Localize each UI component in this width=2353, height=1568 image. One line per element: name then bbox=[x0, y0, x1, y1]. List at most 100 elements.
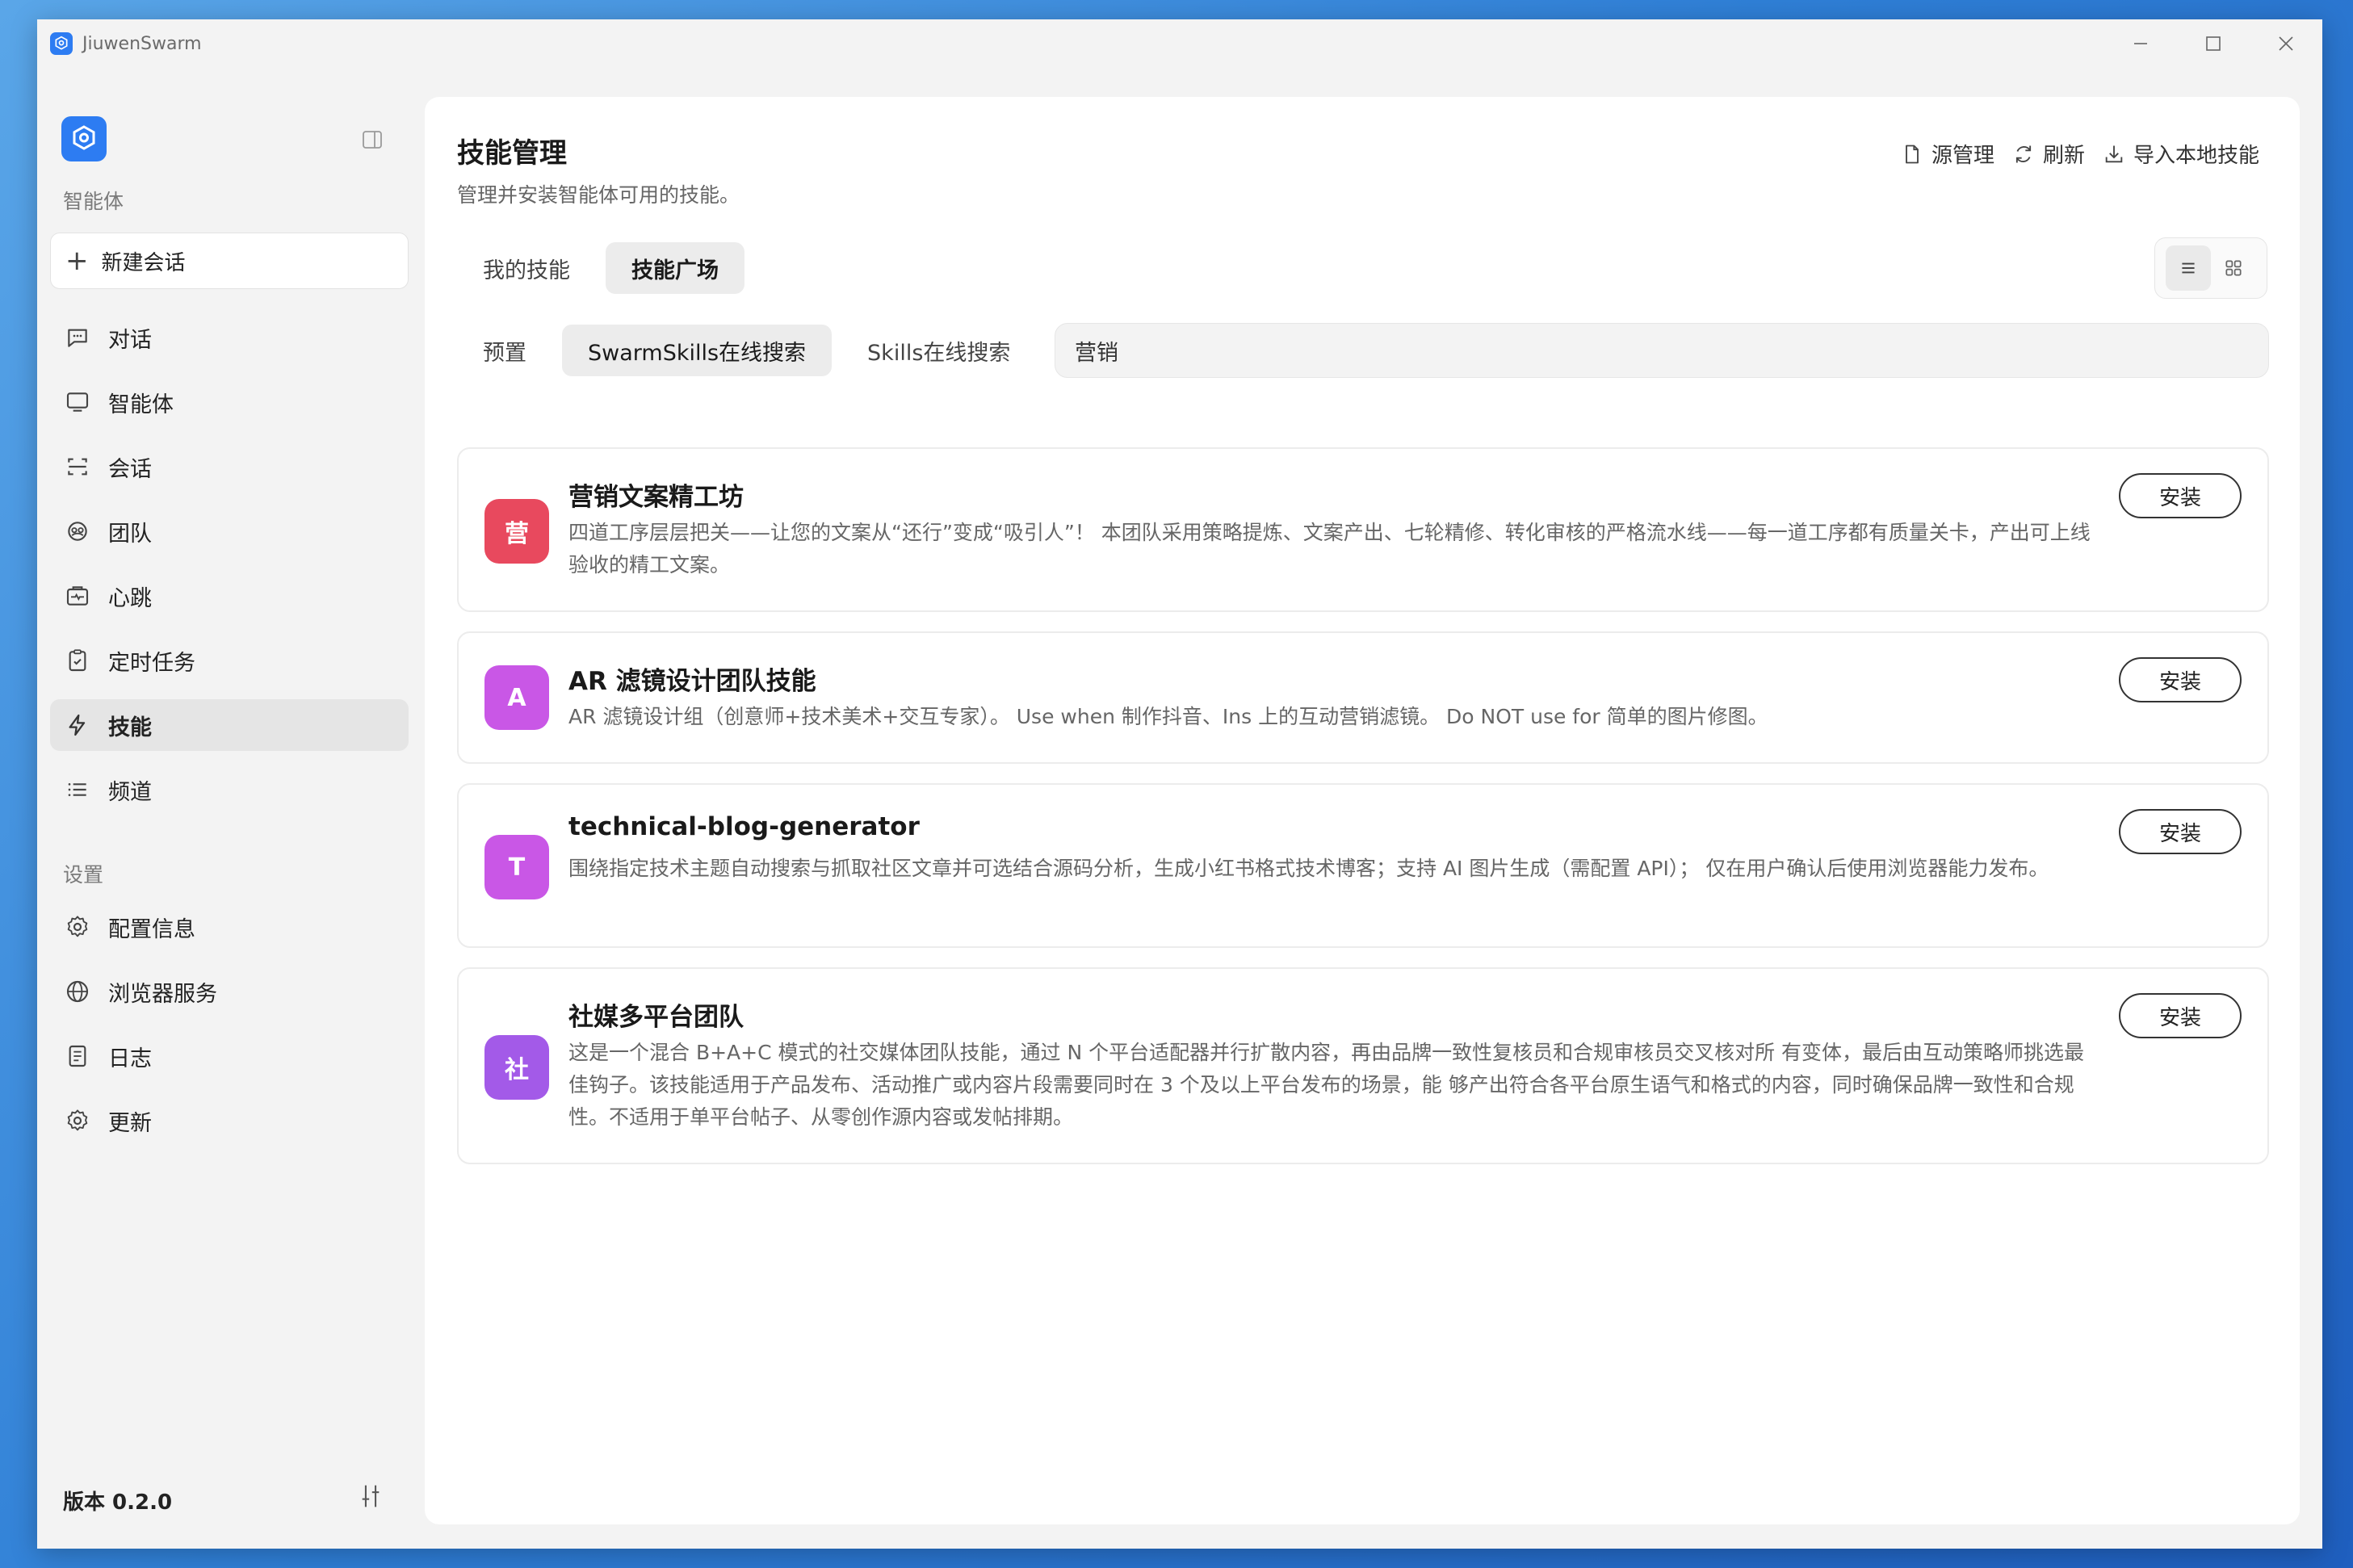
gear-icon bbox=[63, 912, 92, 941]
section-label-agent: 智能体 bbox=[63, 190, 124, 213]
sidebar-item-label: 团队 bbox=[108, 521, 152, 547]
app-window: JiuwenSwarm 智能体 + 新建会话 对话 智能体 会话 团队 心跳 定… bbox=[37, 19, 2322, 1549]
sidebar-item-label: 对话 bbox=[108, 327, 152, 353]
brand-logo-icon bbox=[73, 125, 95, 150]
tab-my-skills[interactable]: 我的技能 bbox=[457, 242, 596, 294]
download-icon bbox=[2105, 145, 2123, 162]
monitor-icon bbox=[63, 388, 92, 417]
skill-avatar: 营 bbox=[484, 499, 549, 564]
globe-icon bbox=[63, 977, 92, 1006]
maximize-button[interactable] bbox=[2177, 19, 2250, 68]
tab-skill-market[interactable]: 技能广场 bbox=[606, 242, 744, 294]
version-label: 版本 0.2.0 bbox=[63, 1490, 173, 1515]
heartbeat-icon bbox=[63, 581, 92, 610]
chat-bubble-icon bbox=[63, 323, 92, 352]
app-logo-icon bbox=[50, 32, 73, 55]
close-icon bbox=[2279, 36, 2293, 51]
clipboard-icon bbox=[63, 646, 92, 675]
skill-description: AR 滤镜设计组（创意师+技术美术+交互专家）。 Use when 制作抖音、I… bbox=[568, 705, 1768, 728]
skill-name: 社媒多平台团队 bbox=[568, 1003, 744, 1032]
sidebar-item-browser-service[interactable]: 浏览器服务 bbox=[50, 966, 409, 1017]
refresh-button[interactable]: 刷新 bbox=[2012, 139, 2085, 169]
sidebar-item-label: 会话 bbox=[108, 456, 152, 482]
sidebar-item-logs[interactable]: 日志 bbox=[50, 1030, 409, 1082]
grid-view-button[interactable] bbox=[2211, 245, 2256, 291]
minimize-button[interactable] bbox=[2104, 19, 2177, 68]
gear-icon bbox=[63, 1106, 92, 1135]
tune-icon[interactable] bbox=[359, 1482, 383, 1510]
refresh-label: 刷新 bbox=[2042, 144, 2085, 168]
sidebar: 智能体 + 新建会话 对话 智能体 会话 团队 心跳 定时任务 技能 频道 设置… bbox=[37, 68, 425, 1549]
file-icon bbox=[1906, 145, 1919, 163]
sidebar-item-chat[interactable]: 对话 bbox=[50, 312, 409, 363]
sidebar-item-agent[interactable]: 智能体 bbox=[50, 376, 409, 428]
sidebar-item-label: 心跳 bbox=[108, 585, 152, 611]
sidebar-item-update[interactable]: 更新 bbox=[50, 1095, 409, 1147]
skill-description: 四道工序层层把关——让您的文案从“还行”变成“吸引人”！ 本团队采用策略提炼、文… bbox=[568, 521, 2091, 576]
source-manage-label: 源管理 bbox=[1931, 144, 1994, 168]
skill-avatar: T bbox=[484, 835, 549, 899]
sidebar-item-label: 更新 bbox=[108, 1110, 152, 1136]
skill-name: 营销文案精工坊 bbox=[568, 483, 744, 512]
skill-card: A AR 滤镜设计团队技能 AR 滤镜设计组（创意师+技术美术+交互专家）。 U… bbox=[457, 631, 2269, 764]
install-button[interactable]: 安装 bbox=[2119, 993, 2242, 1038]
skill-avatar: 社 bbox=[484, 1035, 549, 1100]
document-icon bbox=[63, 1042, 92, 1071]
page-title: 技能管理 bbox=[457, 137, 567, 170]
page-subtitle: 管理并安装智能体可用的技能。 bbox=[457, 183, 740, 207]
subtab-swarmskills-online[interactable]: SwarmSkills在线搜索 bbox=[562, 325, 833, 376]
install-button[interactable]: 安装 bbox=[2119, 657, 2242, 702]
sidebar-item-label: 智能体 bbox=[108, 392, 174, 417]
skill-avatar: A bbox=[484, 665, 549, 730]
session-frame-icon bbox=[63, 452, 92, 481]
skill-card: T technical-blog-generator 围绕指定技术主题自动搜索与… bbox=[457, 783, 2269, 948]
list-view-icon bbox=[2182, 262, 2195, 274]
new-chat-button[interactable]: + 新建会话 bbox=[50, 233, 409, 289]
team-icon bbox=[63, 517, 92, 546]
sidebar-collapse-icon[interactable] bbox=[362, 129, 383, 150]
sidebar-item-skills[interactable]: 技能 bbox=[50, 699, 409, 751]
skill-description: 围绕指定技术主题自动搜索与抓取社区文章并可选结合源码分析，生成小红书格式技术博客… bbox=[568, 857, 2049, 880]
sidebar-item-label: 定时任务 bbox=[108, 650, 195, 676]
main-panel: 技能管理 管理并安装智能体可用的技能。 源管理 刷新 导入本地技能 我的技能 技… bbox=[425, 97, 2300, 1524]
sidebar-item-heartbeat[interactable]: 心跳 bbox=[50, 570, 409, 622]
list-icon bbox=[63, 775, 92, 804]
sidebar-item-label: 配置信息 bbox=[108, 916, 195, 942]
sidebar-item-config[interactable]: 配置信息 bbox=[50, 901, 409, 953]
skill-tabs: 我的技能 技能广场 bbox=[457, 242, 754, 294]
skill-description: 这是一个混合 B+A+C 模式的社交媒体团队技能，通过 N 个平台适配器并行扩散… bbox=[568, 1041, 2085, 1129]
subtab-skills-online[interactable]: Skills在线搜索 bbox=[841, 325, 1036, 376]
skill-search-input[interactable] bbox=[1055, 323, 2269, 378]
minimize-icon bbox=[2134, 43, 2147, 44]
sidebar-item-team[interactable]: 团队 bbox=[50, 505, 409, 557]
maximize-icon bbox=[2206, 36, 2221, 51]
skill-card: 营 营销文案精工坊 四道工序层层把关——让您的文案从“还行”变成“吸引人”！ 本… bbox=[457, 447, 2269, 612]
view-toggle bbox=[2154, 237, 2267, 299]
window-title: JiuwenSwarm bbox=[82, 33, 202, 54]
install-button[interactable]: 安装 bbox=[2119, 473, 2242, 518]
subtab-preset[interactable]: 预置 bbox=[457, 325, 552, 376]
sidebar-item-session[interactable]: 会话 bbox=[50, 441, 409, 493]
refresh-icon bbox=[2015, 145, 2032, 162]
sidebar-item-channels[interactable]: 频道 bbox=[50, 764, 409, 815]
import-local-skill-button[interactable]: 导入本地技能 bbox=[2103, 139, 2259, 169]
install-button[interactable]: 安装 bbox=[2119, 809, 2242, 854]
skill-card: 社 社媒多平台团队 这是一个混合 B+A+C 模式的社交媒体团队技能，通过 N … bbox=[457, 967, 2269, 1164]
sidebar-item-label: 频道 bbox=[108, 779, 152, 805]
plus-icon: + bbox=[65, 245, 89, 277]
list-view-button[interactable] bbox=[2166, 245, 2211, 291]
grid-view-icon bbox=[2225, 260, 2242, 276]
new-chat-label: 新建会话 bbox=[101, 250, 186, 275]
skill-name: AR 滤镜设计团队技能 bbox=[568, 667, 816, 696]
lightning-icon bbox=[63, 711, 92, 740]
sidebar-item-label: 浏览器服务 bbox=[108, 981, 217, 1007]
section-label-settings: 设置 bbox=[63, 863, 104, 887]
sidebar-item-label: 日志 bbox=[108, 1046, 152, 1071]
sidebar-item-scheduled-tasks[interactable]: 定时任务 bbox=[50, 635, 409, 686]
title-bar: JiuwenSwarm bbox=[37, 19, 2322, 68]
close-window-button[interactable] bbox=[2250, 19, 2322, 68]
source-manage-button[interactable]: 源管理 bbox=[1901, 139, 1994, 169]
import-local-skill-label: 导入本地技能 bbox=[2133, 144, 2259, 168]
source-subtabs: 预置 SwarmSkills在线搜索 Skills在线搜索 bbox=[457, 325, 1046, 376]
brand-logo[interactable] bbox=[61, 116, 107, 161]
